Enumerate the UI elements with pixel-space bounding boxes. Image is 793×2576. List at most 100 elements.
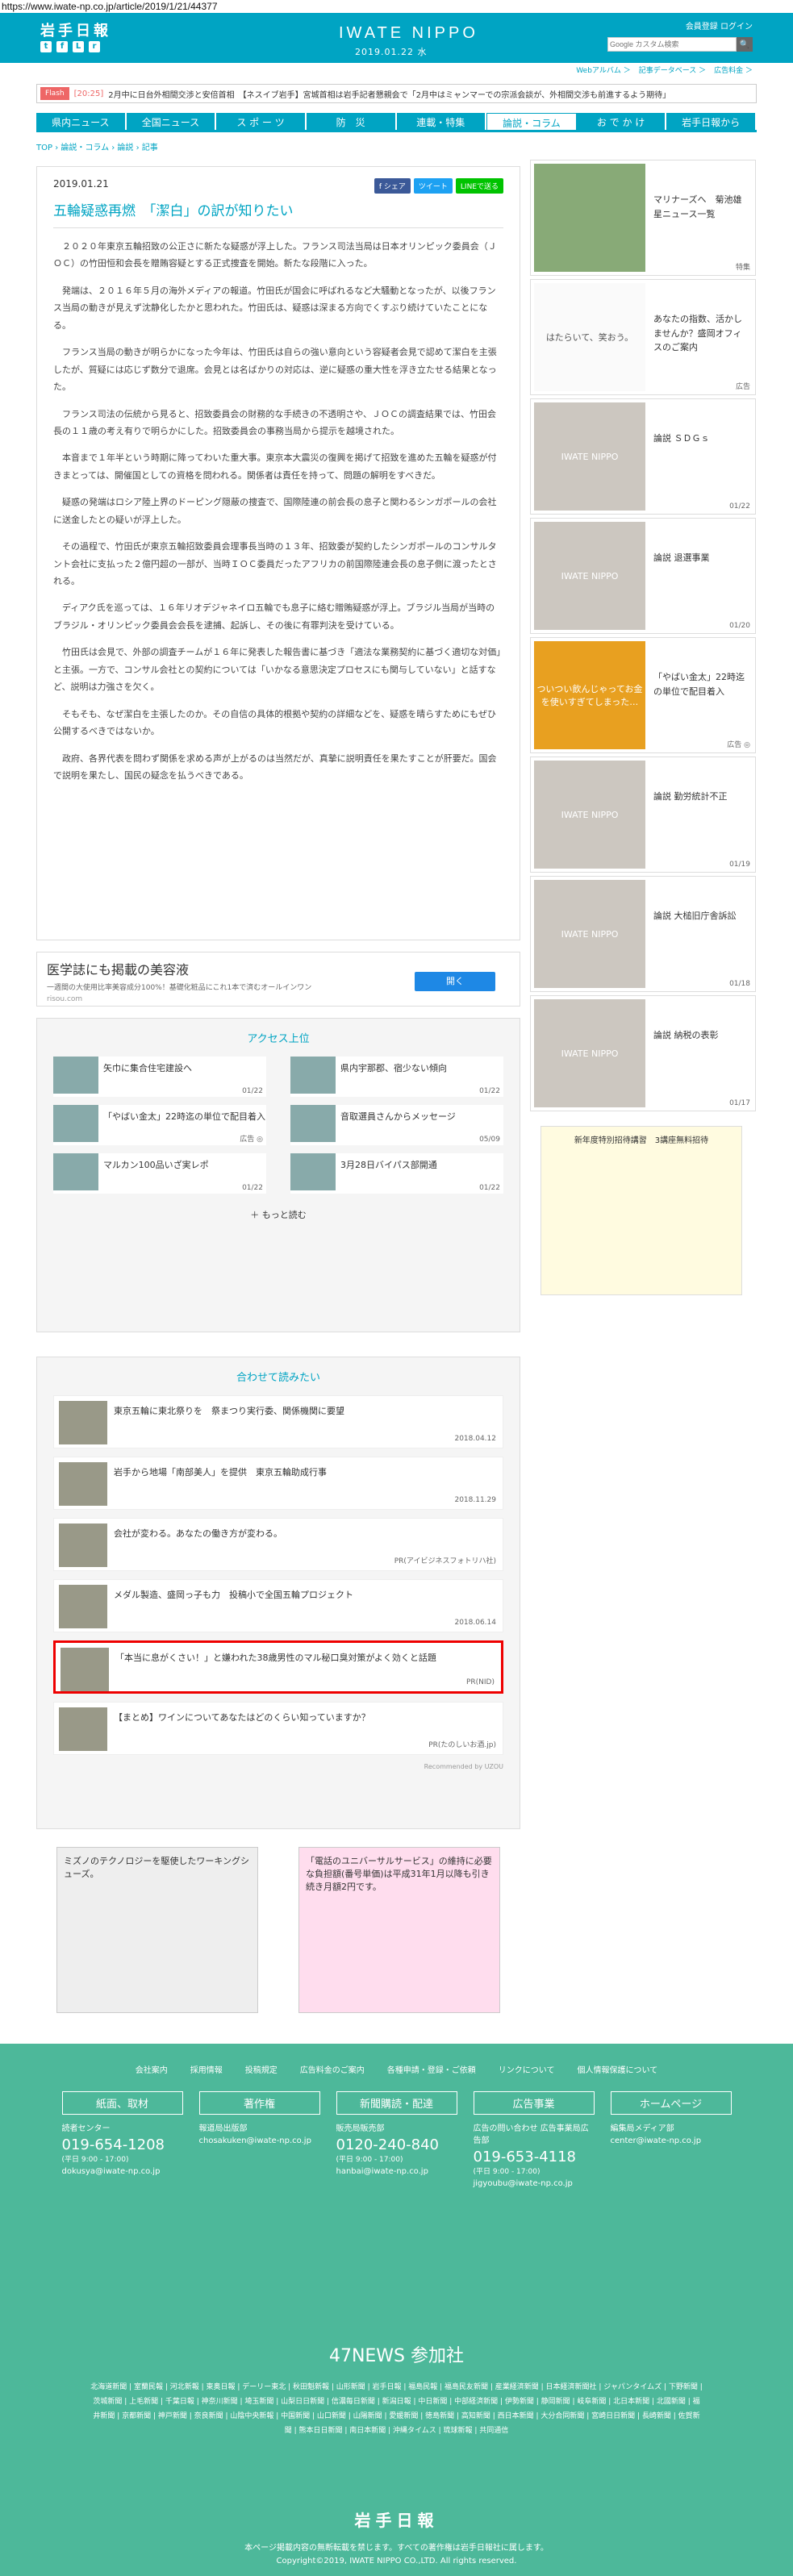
ranking-item[interactable]: マルカン100品いざ実レポ 01/22: [53, 1153, 266, 1194]
related-item[interactable]: 東京五輪に東北祭りを 祭まつり実行委、関係機関に要望 2018.04.12: [53, 1395, 503, 1448]
rss-icon[interactable]: r: [89, 41, 100, 52]
facebook-icon[interactable]: f: [56, 41, 68, 52]
nav-disaster[interactable]: 防 災: [306, 113, 397, 130]
footer-logo: 岩手日報: [354, 2511, 439, 2530]
ad-universal-service[interactable]: 「電話のユニバーサルサービス」の維持に必要な負担額(番号単価)は平成31年1月以…: [298, 1847, 500, 2013]
ranking-box: アクセス上位 矢巾に集合住宅建設へ 01/22 県内宇那郡、宿少ない傾向 01/22…: [36, 1018, 520, 1332]
related-item-title: 【まとめ】ワインについてあなたはどのくらい知っていますか？: [114, 1712, 370, 1723]
subnav-ad-rates[interactable]: 広告料金 ＞: [714, 65, 753, 75]
nav-from-nippo[interactable]: 岩手日報から: [666, 113, 757, 130]
site-logo[interactable]: 岩手日報: [40, 19, 111, 40]
ranking-thumb: [53, 1057, 98, 1094]
nav-national-news[interactable]: 全国ニュース: [126, 113, 217, 130]
twitter-icon[interactable]: t: [40, 41, 52, 52]
sidebar-item[interactable]: IWATE NIPPO 論説 納税の表彰 01/17: [530, 995, 756, 1111]
footer-col-head: 新聞購読・配達: [336, 2091, 457, 2115]
ranking-item-date: 01/22: [242, 1184, 263, 1192]
flash-time: [20:25]: [73, 89, 104, 98]
footer-col: 新聞購読・配達 販売局販売部 0120-240-840 (平日 9:00 - 17:0…: [336, 2091, 457, 2188]
footer-col-label: 広告の問い合わせ 広告事業局広告部: [473, 2124, 589, 2145]
related-item[interactable]: 岩手から地場「南部美人」を提供 東京五輪助成行事 2018.11.29: [53, 1457, 503, 1510]
email-link[interactable]: chosakuken@iwate-np.co.jp: [199, 2136, 320, 2145]
sidebar-item[interactable]: ついつい飲んじゃってお金を使いすぎてしまった… 「やばい金太」22時迄の単位で配目…: [530, 637, 756, 753]
email-link[interactable]: jigyoubu@iwate-np.co.jp: [474, 2179, 595, 2188]
sidebar-item[interactable]: IWATE NIPPO 論説 退選事業 01/20: [530, 518, 756, 634]
phone-number[interactable]: 019-653-4118: [474, 2149, 595, 2165]
ranking-item-date: 01/22: [479, 1184, 500, 1192]
ranking-item[interactable]: 「やばい金太」22時迄の単位で配目着入 広告 ◎: [53, 1105, 266, 1145]
tweet-button[interactable]: ツイート: [413, 178, 453, 194]
nav-features[interactable]: 連載・特集: [396, 113, 487, 130]
related-item[interactable]: 【まとめ】ワインについてあなたはどのくらい知っていますか？ PR(たのしいお酒.j…: [53, 1702, 503, 1755]
47news-list[interactable]: 北海道新聞 | 室蘭民報 | 河北新報 | 東奥日報 | デーリー東北 | 秋田…: [90, 2380, 703, 2438]
nav-local-news[interactable]: 県内ニュース: [36, 113, 127, 130]
footer-col: 著作権 報道局出版部 chosakuken@iwate-np.co.jp: [198, 2091, 320, 2188]
ranking-item[interactable]: 矢巾に集合住宅建設へ 01/22: [53, 1057, 266, 1097]
related-item-highlighted[interactable]: 「本当に息がくさい！」と嫌われた38歳男性のマル秘口臭対策がよく効くと話題 PR(…: [53, 1640, 503, 1694]
footer-col-label: 販売局販売部: [336, 2124, 385, 2133]
footer-link[interactable]: 個人情報保護について: [578, 2063, 658, 2075]
line-icon[interactable]: L: [73, 41, 84, 52]
sidebar-item-date: 01/19: [729, 861, 750, 869]
sidebar-thumb: ついつい飲んじゃってお金を使いすぎてしまった…: [534, 641, 645, 749]
article-paragraph: 竹田氏は会見で、外部の調査チームが１６年に発表した報告書に基づき「適法な業務契約…: [53, 647, 501, 693]
footer-link[interactable]: 会社案内: [136, 2063, 168, 2075]
sidebar-item[interactable]: はたらいて、笑おう。 あなたの指数、活かしませんか？盛岡オフィスのご案内 広告: [530, 279, 756, 395]
subnav-album[interactable]: Webアルバム ＞: [576, 65, 630, 75]
ranking-item[interactable]: 県内宇那郡、宿少ない傾向 01/22: [290, 1057, 503, 1097]
ranking-item[interactable]: 音取選員さんからメッセージ 05/09: [290, 1105, 503, 1145]
sidebar-item-title: 論説 納税の表彰: [653, 1030, 719, 1040]
related-item[interactable]: 会社が変わる。あなたの働き方が変わる。 PR(アイビジネスフォトリハ社): [53, 1518, 503, 1571]
article-body: ２０２０年東京五輪招致の公正さに新たな疑惑が浮上した。フランス司法当局は日本オリ…: [53, 238, 503, 784]
footer-link[interactable]: 採用情報: [190, 2063, 223, 2075]
bottom-ads: ミズノのテクノロジーを駆使したワーキングシューズ。 「電話のユニバーサルサービス…: [56, 1847, 500, 2016]
email-link[interactable]: hanbai@iwate-np.co.jp: [336, 2167, 457, 2176]
flash-news-bar[interactable]: Flash [20:25] 2月中に日台外相間交渉と安倍首相 【ネスイブ岩手】宮…: [36, 84, 757, 103]
phone-number[interactable]: 019-654-1208: [62, 2136, 183, 2153]
related-item-date: 2018.11.29: [454, 1496, 496, 1504]
footer-link[interactable]: 広告料金のご案内: [300, 2063, 365, 2075]
sidebar-item[interactable]: IWATE NIPPO 論説 勤労統計不正 01/19: [530, 757, 756, 873]
sidebar-item[interactable]: マリナーズへ 菊池雄星ニュース一覧 特集: [530, 160, 756, 276]
sidebar-item[interactable]: IWATE NIPPO 論説 ＳＤＧｓ 01/22: [530, 398, 756, 515]
footer-link[interactable]: 投稿規定: [245, 2063, 278, 2075]
footer-link[interactable]: リンクについて: [499, 2063, 555, 2075]
related-item[interactable]: メダル製造、盛岡っ子も力 投稿小で全国五輪プロジェクト 2018.06.14: [53, 1579, 503, 1632]
footer-col-head: 著作権: [198, 2091, 320, 2115]
login-links[interactable]: 会員登録 ログイン: [686, 19, 753, 31]
line-share-button[interactable]: LINEで送る: [455, 178, 503, 194]
email-link[interactable]: center@iwate-np.co.jp: [611, 2136, 732, 2145]
sidebar-item-title: マリナーズへ 菊池雄星ニュース一覧: [653, 194, 742, 219]
phone-number[interactable]: 0120-240-840: [336, 2136, 457, 2153]
sidebar-ad[interactable]: 新年度特別招待講習 3講座無料招待: [540, 1126, 742, 1295]
ad-banner[interactable]: 医学誌にも掲載の美容液 一週間の大使用比率美容成分100%！基礎化粧品にこれ1本…: [36, 952, 520, 1007]
sidebar-thumb: IWATE NIPPO: [534, 999, 645, 1107]
facebook-share-button[interactable]: f シェア: [374, 178, 411, 194]
sidebar-item[interactable]: IWATE NIPPO 論説 大槌旧庁舎訴訟 01/18: [530, 876, 756, 992]
share-buttons: f シェア ツイート LINEで送る: [374, 178, 503, 194]
ad-shoes[interactable]: ミズノのテクノロジーを駆使したワーキングシューズ。: [56, 1847, 258, 2013]
ranking-thumb: [290, 1105, 336, 1142]
search-button[interactable]: 🔍: [737, 37, 753, 52]
breadcrumb[interactable]: TOP › 論説・コラム › 論説 › 記事: [36, 140, 158, 152]
related-thumb: [59, 1462, 107, 1506]
flash-text[interactable]: 2月中に日台外相間交渉と安倍首相 【ネスイブ岩手】宮城首相は岩手記者懇親会で「2…: [108, 88, 670, 100]
more-button[interactable]: ＋ もっと読む: [37, 1208, 520, 1221]
nav-opinion[interactable]: 論説・コラム: [486, 113, 577, 130]
nav-outing[interactable]: お で か け: [576, 113, 667, 130]
ad-open-button[interactable]: 開く: [415, 972, 495, 991]
ranking-item[interactable]: 3月28日バイパス部開通 01/22: [290, 1153, 503, 1194]
related-box: 合わせて読みたい 東京五輪に東北祭りを 祭まつり実行委、関係機関に要望 2018.…: [36, 1357, 520, 1829]
nav-sports[interactable]: ス ポ ー ツ: [216, 113, 307, 130]
email-link[interactable]: dokusya@iwate-np.co.jp: [62, 2167, 183, 2176]
footer-contacts: 紙面、取材 読者センター 019-654-1208 (平日 9:00 - 17:00)…: [0, 2091, 793, 2188]
url-bar[interactable]: https://www.iwate-np.co.jp/article/2019/…: [0, 0, 793, 13]
search-input[interactable]: [607, 37, 737, 52]
subnav-database[interactable]: 記事データベース ＞: [639, 65, 706, 75]
sidebar-item-date: 01/17: [729, 1099, 750, 1107]
article-paragraph: そもそも、なぜ潔白を主張したのか。その自信の具体的根拠や契約の詳細などを、疑惑を…: [53, 708, 497, 737]
related-thumb: [59, 1585, 107, 1628]
ranking-item-date: 05/09: [479, 1136, 500, 1144]
footer-link[interactable]: 各種申請・登録・ご依頼: [387, 2063, 476, 2075]
ranking-thumb: [290, 1153, 336, 1190]
